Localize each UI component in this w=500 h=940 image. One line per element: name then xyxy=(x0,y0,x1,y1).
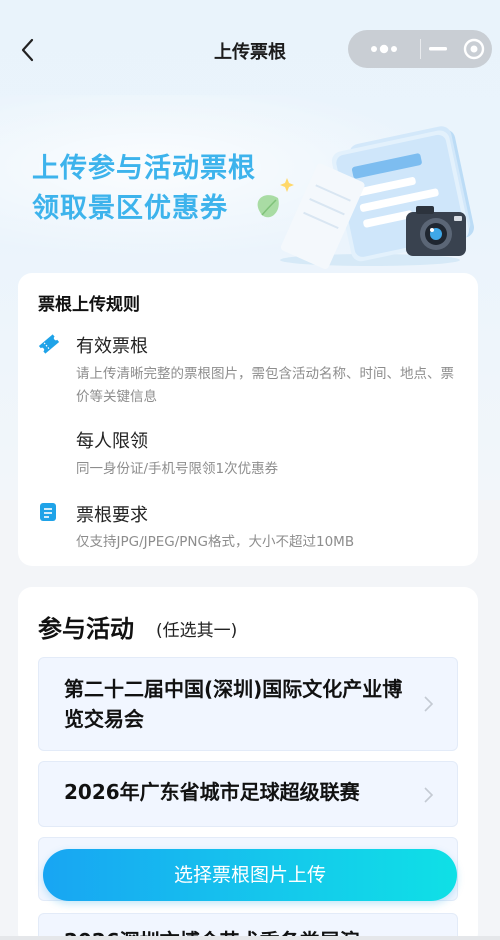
bottom-edge xyxy=(0,936,500,940)
chevron-right-icon xyxy=(424,787,434,803)
rules-card: 票根上传规则 有效票根 请上传清晰完整的票根图片，需包含活动名称、时间、地点、票… xyxy=(18,273,478,566)
ticket-camera-illustration xyxy=(257,126,474,269)
ticket-icon xyxy=(38,334,60,354)
hero-headline: 上传参与活动票根 xyxy=(32,153,256,184)
activity-label: 2026年广东省城市足球超级联赛 xyxy=(64,780,360,804)
close-circle-icon xyxy=(463,38,485,60)
activities-subtitle: (任选其一) xyxy=(156,621,238,641)
close-button[interactable] xyxy=(456,30,492,68)
activity-label: 第二十二届中国(深圳)国际文化产业博览交易会 xyxy=(64,677,403,731)
activity-item-football-league[interactable]: 2026年广东省城市足球超级联赛 xyxy=(38,761,458,827)
activities-title: 参与活动 xyxy=(38,615,134,643)
chevron-right-icon xyxy=(424,696,434,712)
hero-subheadline: 领取景区优惠券 xyxy=(32,193,228,224)
minimize-icon xyxy=(429,47,448,51)
more-button[interactable] xyxy=(348,30,420,68)
activity-item-cultural-expo[interactable]: 第二十二届中国(深圳)国际文化产业博览交易会 xyxy=(38,657,458,751)
rule-heading-requirements: 票根要求 xyxy=(76,505,148,526)
mini-program-capsule xyxy=(348,30,492,68)
rules-title: 票根上传规则 xyxy=(38,295,140,315)
rule-heading-limit: 每人限领 xyxy=(76,431,148,452)
more-dots-icon xyxy=(370,44,397,54)
rule-desc-valid-ticket: 请上传清晰完整的票根图片，需包含活动名称、时间、地点、票价等关键信息 xyxy=(76,366,454,405)
nav-bar: 上传票根 xyxy=(0,20,500,80)
document-icon xyxy=(40,503,56,521)
rule-desc-requirements: 仅支持JPG/JPEG/PNG格式，大小不超过10MB xyxy=(76,534,355,550)
minimize-button[interactable] xyxy=(421,30,457,68)
rule-heading-valid-ticket: 有效票根 xyxy=(76,336,148,357)
rule-desc-limit: 同一身份证/手机号限领1次优惠券 xyxy=(76,461,279,477)
upload-ticket-button[interactable]: 选择票根图片上传 xyxy=(43,849,457,901)
